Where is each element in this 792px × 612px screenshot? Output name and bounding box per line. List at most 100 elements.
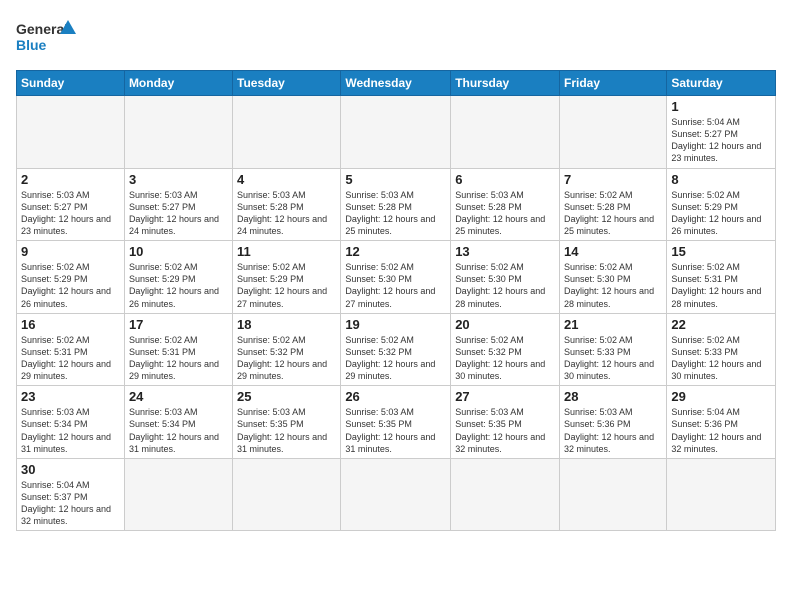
day-cell: 16 Sunrise: 5:02 AM Sunset: 5:31 PM Dayli… <box>17 313 125 386</box>
day-cell: 21 Sunrise: 5:02 AM Sunset: 5:33 PM Dayli… <box>560 313 667 386</box>
day-cell: 23 Sunrise: 5:03 AM Sunset: 5:34 PM Dayli… <box>17 386 125 459</box>
day-number: 27 <box>455 389 555 404</box>
week-row-4: 16 Sunrise: 5:02 AM Sunset: 5:31 PM Dayli… <box>17 313 776 386</box>
day-cell <box>341 458 451 531</box>
calendar: SundayMondayTuesdayWednesdayThursdayFrid… <box>16 70 776 531</box>
day-cell: 11 Sunrise: 5:02 AM Sunset: 5:29 PM Dayli… <box>233 241 341 314</box>
day-cell <box>451 96 560 169</box>
day-info: Sunrise: 5:04 AM Sunset: 5:27 PM Dayligh… <box>671 116 771 165</box>
day-number: 25 <box>237 389 336 404</box>
day-cell: 14 Sunrise: 5:02 AM Sunset: 5:30 PM Dayli… <box>560 241 667 314</box>
day-cell <box>341 96 451 169</box>
week-row-3: 9 Sunrise: 5:02 AM Sunset: 5:29 PM Daylig… <box>17 241 776 314</box>
weekday-tuesday: Tuesday <box>233 71 341 96</box>
day-number: 21 <box>564 317 662 332</box>
day-info: Sunrise: 5:03 AM Sunset: 5:28 PM Dayligh… <box>237 189 336 238</box>
day-cell: 22Sunrise: 5:02 AM Sunset: 5:33 PM Dayli… <box>667 313 776 386</box>
day-info: Sunrise: 5:03 AM Sunset: 5:36 PM Dayligh… <box>564 406 662 455</box>
day-cell: 15Sunrise: 5:02 AM Sunset: 5:31 PM Dayli… <box>667 241 776 314</box>
day-number: 23 <box>21 389 120 404</box>
svg-text:Blue: Blue <box>16 37 47 53</box>
weekday-wednesday: Wednesday <box>341 71 451 96</box>
weekday-friday: Friday <box>560 71 667 96</box>
day-number: 5 <box>345 172 446 187</box>
day-number: 9 <box>21 244 120 259</box>
logo: General Blue <box>16 16 76 60</box>
day-number: 20 <box>455 317 555 332</box>
day-number: 12 <box>345 244 446 259</box>
day-info: Sunrise: 5:04 AM Sunset: 5:37 PM Dayligh… <box>21 479 120 528</box>
day-cell: 20 Sunrise: 5:02 AM Sunset: 5:32 PM Dayli… <box>451 313 560 386</box>
day-number: 28 <box>564 389 662 404</box>
day-info: Sunrise: 5:03 AM Sunset: 5:27 PM Dayligh… <box>129 189 228 238</box>
day-info: Sunrise: 5:03 AM Sunset: 5:34 PM Dayligh… <box>21 406 120 455</box>
day-info: Sunrise: 5:02 AM Sunset: 5:29 PM Dayligh… <box>237 261 336 310</box>
day-cell <box>560 96 667 169</box>
weekday-monday: Monday <box>124 71 232 96</box>
day-info: Sunrise: 5:02 AM Sunset: 5:28 PM Dayligh… <box>564 189 662 238</box>
day-info: Sunrise: 5:02 AM Sunset: 5:31 PM Dayligh… <box>671 261 771 310</box>
day-info: Sunrise: 5:02 AM Sunset: 5:33 PM Dayligh… <box>564 334 662 383</box>
day-cell: 19Sunrise: 5:02 AM Sunset: 5:32 PM Dayli… <box>341 313 451 386</box>
day-info: Sunrise: 5:02 AM Sunset: 5:31 PM Dayligh… <box>21 334 120 383</box>
day-number: 22 <box>671 317 771 332</box>
day-cell: 17 Sunrise: 5:02 AM Sunset: 5:31 PM Dayli… <box>124 313 232 386</box>
day-info: Sunrise: 5:02 AM Sunset: 5:32 PM Dayligh… <box>455 334 555 383</box>
day-info: Sunrise: 5:03 AM Sunset: 5:28 PM Dayligh… <box>345 189 446 238</box>
day-info: Sunrise: 5:02 AM Sunset: 5:30 PM Dayligh… <box>455 261 555 310</box>
day-cell: 6 Sunrise: 5:03 AM Sunset: 5:28 PM Daylig… <box>451 168 560 241</box>
day-number: 10 <box>129 244 228 259</box>
day-cell <box>233 96 341 169</box>
page: General Blue SundayMondayTuesdayWednesda… <box>0 0 792 612</box>
day-cell: 26Sunrise: 5:03 AM Sunset: 5:35 PM Dayli… <box>341 386 451 459</box>
weekday-header-row: SundayMondayTuesdayWednesdayThursdayFrid… <box>17 71 776 96</box>
svg-text:General: General <box>16 21 68 37</box>
day-number: 16 <box>21 317 120 332</box>
day-cell: 1 Sunrise: 5:04 AM Sunset: 5:27 PM Daylig… <box>667 96 776 169</box>
day-cell <box>17 96 125 169</box>
day-cell: 13Sunrise: 5:02 AM Sunset: 5:30 PM Dayli… <box>451 241 560 314</box>
day-info: Sunrise: 5:03 AM Sunset: 5:34 PM Dayligh… <box>129 406 228 455</box>
day-number: 4 <box>237 172 336 187</box>
day-number: 7 <box>564 172 662 187</box>
day-info: Sunrise: 5:02 AM Sunset: 5:30 PM Dayligh… <box>345 261 446 310</box>
day-cell <box>124 458 232 531</box>
day-number: 30 <box>21 462 120 477</box>
day-cell: 3Sunrise: 5:03 AM Sunset: 5:27 PM Daylig… <box>124 168 232 241</box>
day-cell: 5 Sunrise: 5:03 AM Sunset: 5:28 PM Daylig… <box>341 168 451 241</box>
day-cell: 25 Sunrise: 5:03 AM Sunset: 5:35 PM Dayli… <box>233 386 341 459</box>
day-number: 6 <box>455 172 555 187</box>
day-cell <box>233 458 341 531</box>
day-number: 26 <box>345 389 446 404</box>
day-info: Sunrise: 5:02 AM Sunset: 5:29 PM Dayligh… <box>21 261 120 310</box>
day-info: Sunrise: 5:03 AM Sunset: 5:27 PM Dayligh… <box>21 189 120 238</box>
day-cell: 30 Sunrise: 5:04 AM Sunset: 5:37 PM Dayli… <box>17 458 125 531</box>
week-row-2: 2Sunrise: 5:03 AM Sunset: 5:27 PM Daylig… <box>17 168 776 241</box>
day-cell: 8 Sunrise: 5:02 AM Sunset: 5:29 PM Daylig… <box>667 168 776 241</box>
day-number: 8 <box>671 172 771 187</box>
day-info: Sunrise: 5:04 AM Sunset: 5:36 PM Dayligh… <box>671 406 771 455</box>
day-cell: 27Sunrise: 5:03 AM Sunset: 5:35 PM Dayli… <box>451 386 560 459</box>
day-number: 1 <box>671 99 771 114</box>
day-info: Sunrise: 5:02 AM Sunset: 5:30 PM Dayligh… <box>564 261 662 310</box>
weekday-thursday: Thursday <box>451 71 560 96</box>
day-info: Sunrise: 5:02 AM Sunset: 5:32 PM Dayligh… <box>345 334 446 383</box>
weekday-saturday: Saturday <box>667 71 776 96</box>
day-info: Sunrise: 5:02 AM Sunset: 5:31 PM Dayligh… <box>129 334 228 383</box>
weekday-sunday: Sunday <box>17 71 125 96</box>
day-cell <box>451 458 560 531</box>
day-cell: 7 Sunrise: 5:02 AM Sunset: 5:28 PM Daylig… <box>560 168 667 241</box>
day-info: Sunrise: 5:03 AM Sunset: 5:28 PM Dayligh… <box>455 189 555 238</box>
day-number: 11 <box>237 244 336 259</box>
day-cell: 29 Sunrise: 5:04 AM Sunset: 5:36 PM Dayli… <box>667 386 776 459</box>
day-cell: 24Sunrise: 5:03 AM Sunset: 5:34 PM Dayli… <box>124 386 232 459</box>
day-number: 17 <box>129 317 228 332</box>
week-row-5: 23 Sunrise: 5:03 AM Sunset: 5:34 PM Dayli… <box>17 386 776 459</box>
day-info: Sunrise: 5:03 AM Sunset: 5:35 PM Dayligh… <box>237 406 336 455</box>
day-number: 29 <box>671 389 771 404</box>
day-number: 14 <box>564 244 662 259</box>
header: General Blue <box>16 16 776 60</box>
day-cell <box>560 458 667 531</box>
day-info: Sunrise: 5:02 AM Sunset: 5:29 PM Dayligh… <box>671 189 771 238</box>
day-cell: 4 Sunrise: 5:03 AM Sunset: 5:28 PM Daylig… <box>233 168 341 241</box>
